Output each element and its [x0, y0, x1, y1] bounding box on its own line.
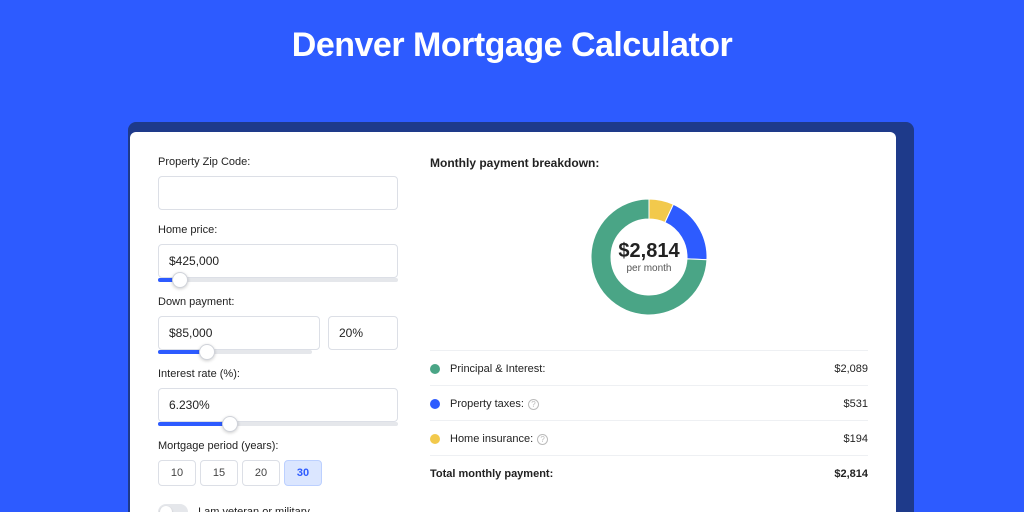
legend-label-principal: Principal & Interest:	[450, 363, 834, 375]
legend-value-total: $2,814	[834, 468, 868, 480]
legend-value-insurance: $194	[844, 433, 868, 445]
donut-chart: $2,814 per month	[430, 182, 868, 332]
zip-label: Property Zip Code:	[158, 156, 398, 168]
breakdown-heading: Monthly payment breakdown:	[430, 156, 868, 170]
period-row: Mortgage period (years): 10 15 20 30	[158, 440, 398, 486]
legend-label-total: Total monthly payment:	[430, 468, 834, 480]
donut-center-value: $2,814	[618, 240, 679, 263]
home-price-row: Home price:	[158, 224, 398, 282]
interest-slider[interactable]	[158, 422, 398, 426]
veteran-label: I am veteran or military	[198, 506, 310, 512]
period-options: 10 15 20 30	[158, 460, 398, 486]
veteran-row: I am veteran or military	[158, 504, 398, 512]
down-payment-pct-input[interactable]	[328, 316, 398, 350]
legend-row-taxes: Property taxes: ? $531	[430, 398, 868, 421]
donut-center: $2,814 per month	[618, 240, 679, 274]
legend-value-taxes: $531	[844, 398, 868, 410]
home-price-input[interactable]	[158, 244, 398, 278]
down-payment-amount-input[interactable]	[158, 316, 320, 350]
down-payment-row: Down payment:	[158, 296, 398, 354]
home-price-slider-thumb[interactable]	[172, 272, 188, 288]
info-icon[interactable]: ?	[528, 399, 539, 410]
home-price-slider[interactable]	[158, 278, 398, 282]
interest-slider-thumb[interactable]	[222, 416, 238, 432]
home-price-label: Home price:	[158, 224, 398, 236]
interest-label: Interest rate (%):	[158, 368, 398, 380]
breakdown-column: Monthly payment breakdown: $2,814 per mo…	[430, 156, 868, 488]
legend-label-taxes: Property taxes: ?	[450, 398, 844, 410]
zip-input[interactable]	[158, 176, 398, 210]
legend-dot-insurance	[430, 434, 440, 444]
period-option-30[interactable]: 30	[284, 460, 322, 486]
donut-center-sub: per month	[618, 263, 679, 274]
breakdown-legend: Principal & Interest: $2,089 Property ta…	[430, 350, 868, 490]
zip-row: Property Zip Code:	[158, 156, 398, 210]
veteran-toggle[interactable]	[158, 504, 188, 512]
toggle-knob	[160, 506, 172, 512]
legend-label-insurance-text: Home insurance:	[450, 433, 533, 445]
info-icon[interactable]: ?	[537, 434, 548, 445]
period-option-20[interactable]: 20	[242, 460, 280, 486]
interest-row: Interest rate (%):	[158, 368, 398, 426]
down-payment-label: Down payment:	[158, 296, 398, 308]
down-payment-slider[interactable]	[158, 350, 312, 354]
down-payment-slider-thumb[interactable]	[199, 344, 215, 360]
legend-row-insurance: Home insurance: ? $194	[430, 433, 868, 456]
legend-row-principal: Principal & Interest: $2,089	[430, 363, 868, 386]
legend-dot-principal	[430, 364, 440, 374]
interest-slider-track	[158, 422, 230, 426]
period-option-15[interactable]: 15	[200, 460, 238, 486]
legend-row-total: Total monthly payment: $2,814	[430, 468, 868, 490]
legend-label-principal-text: Principal & Interest:	[450, 363, 545, 375]
calculator-card: Property Zip Code: Home price: Down paym…	[130, 132, 896, 512]
form-column: Property Zip Code: Home price: Down paym…	[158, 156, 398, 488]
page-root: Denver Mortgage Calculator Property Zip …	[0, 0, 1024, 512]
interest-input[interactable]	[158, 388, 398, 422]
legend-label-taxes-text: Property taxes:	[450, 398, 524, 410]
legend-value-principal: $2,089	[834, 363, 868, 375]
legend-label-insurance: Home insurance: ?	[450, 433, 844, 445]
legend-dot-taxes	[430, 399, 440, 409]
page-title: Denver Mortgage Calculator	[0, 0, 1024, 83]
period-option-10[interactable]: 10	[158, 460, 196, 486]
period-label: Mortgage period (years):	[158, 440, 398, 452]
